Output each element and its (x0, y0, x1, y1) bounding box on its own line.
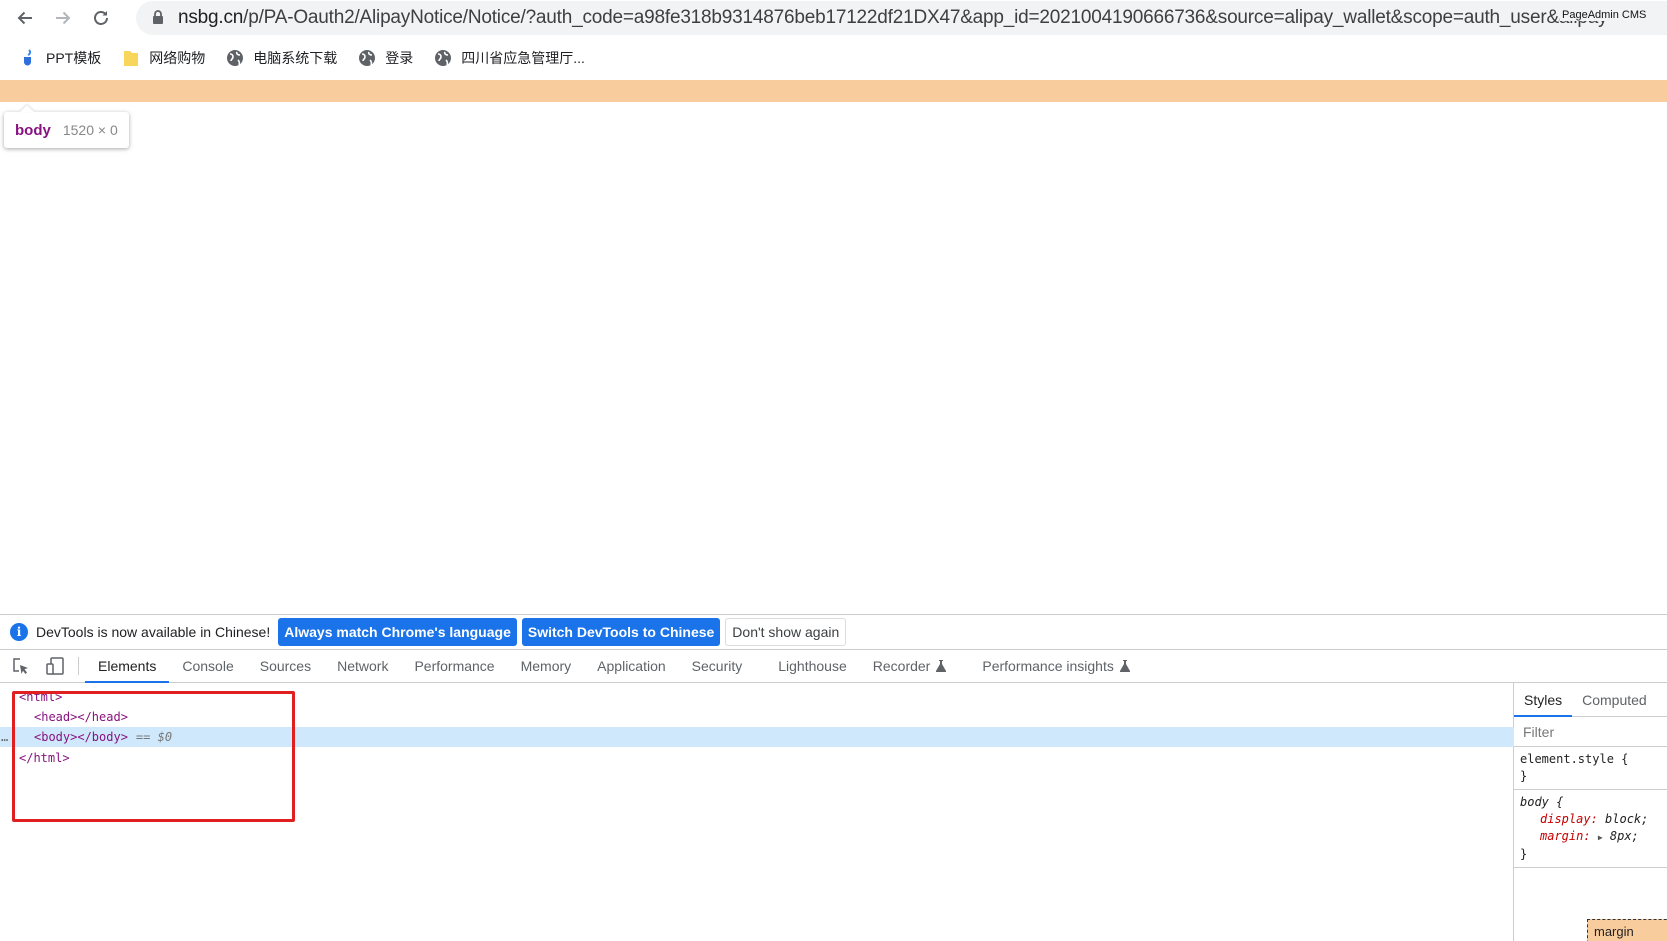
rule-element-style[interactable]: element.style { } (1514, 747, 1667, 790)
page-viewport[interactable]: body 1520 × 0 (0, 80, 1667, 614)
tab-network[interactable]: Network (324, 650, 401, 682)
device-toolbar-button[interactable] (38, 650, 72, 682)
tab-performance[interactable]: Performance (401, 650, 507, 682)
tooltip-size: 1520 × 0 (62, 122, 118, 138)
tag-text: <head></head> (34, 710, 128, 724)
reload-button[interactable] (87, 4, 115, 32)
bookmark-label: 登录 (385, 50, 414, 66)
tab-security[interactable]: Security (679, 650, 756, 682)
dom-node-html-close[interactable]: </html> (0, 748, 1514, 768)
tab-memory[interactable]: Memory (508, 650, 585, 682)
bookmark-login[interactable]: 登录 (357, 48, 413, 68)
inspect-element-button[interactable] (4, 650, 38, 682)
tab-separator (78, 657, 79, 675)
css-prop: display (1540, 812, 1591, 826)
box-model-margin: margin (1587, 919, 1667, 941)
css-declaration-display[interactable]: display: block; (1520, 811, 1661, 828)
folder-icon (121, 48, 141, 68)
devtools-tabbar: Elements Console Sources Network Perform… (0, 649, 1667, 683)
ppt-template-icon (18, 48, 38, 68)
bookmark-label: 四川省应急管理厅... (461, 50, 585, 66)
tab-sources[interactable]: Sources (247, 650, 324, 682)
expand-triangle-icon[interactable]: ▶ (1598, 833, 1603, 842)
tab-computed[interactable]: Computed (1572, 683, 1657, 716)
body-margin-highlight (0, 80, 1667, 102)
tag-text: <body></body> (34, 730, 128, 744)
globe-icon (225, 48, 245, 68)
bookmark-label: PPT模板 (46, 50, 102, 66)
arrow-left-icon (17, 11, 32, 25)
tooltip-tag: body (15, 121, 51, 139)
rule-close: } (1520, 847, 1528, 861)
bookmark-sichuan-emergency[interactable]: 四川省应急管理厅... (433, 48, 585, 68)
bookmarks-bar: PPT模板 网络购物 电脑系统下载 登录 四川省应急管理厅... (0, 40, 1667, 76)
address-bar[interactable]: nsbg.cn/p/PA-Oauth2/AlipayNotice/Notice/… (136, 1, 1667, 35)
dom-tree[interactable]: <html> <head></head> … <body></body> == … (0, 683, 1514, 941)
lock-icon (152, 10, 164, 30)
globe-icon (433, 48, 453, 68)
css-value: 8px; (1609, 829, 1639, 843)
language-infobar: i DevTools is now available in Chinese! … (0, 615, 1667, 649)
selected-node-marker: == $0 (135, 730, 173, 744)
tab-styles[interactable]: Styles (1514, 683, 1573, 717)
bookmark-label: 电脑系统下载 (253, 50, 338, 66)
dom-node-head[interactable]: <head></head> (0, 707, 1514, 727)
tab-application[interactable]: Application (584, 650, 679, 682)
tab-lighthouse[interactable]: Lighthouse (765, 650, 860, 682)
inspect-cursor-icon (13, 658, 28, 674)
infobar-message: DevTools is now available in Chinese! (36, 624, 271, 640)
styles-sidebar: Styles Computed Filter element.style { }… (1514, 683, 1667, 941)
experiment-flask-icon (1119, 660, 1130, 672)
globe-icon (357, 48, 377, 68)
bookmark-label: 网络购物 (149, 50, 206, 66)
match-language-button[interactable]: Always match Chrome's language (278, 618, 517, 646)
inspect-tooltip: body 1520 × 0 (4, 112, 129, 148)
tab-performance-insights[interactable]: Performance insights (969, 650, 1143, 682)
node-menu-dots[interactable]: … (1, 730, 8, 744)
styles-filter-input[interactable]: Filter (1514, 717, 1667, 747)
extension-label[interactable]: PageAdmin CMS (1560, 9, 1649, 21)
tab-recorder[interactable]: Recorder (860, 650, 960, 682)
dom-node-body[interactable]: … <body></body> == $0 (0, 727, 1514, 747)
dont-show-again-button[interactable]: Don't show again (725, 618, 847, 646)
tab-elements[interactable]: Elements (85, 650, 170, 683)
css-value: block; (1605, 812, 1649, 826)
tag-text: </html> (19, 751, 70, 765)
info-icon: i (10, 623, 28, 641)
arrow-right-icon (56, 11, 71, 25)
devtools-panel: i DevTools is now available in Chinese! … (0, 614, 1667, 941)
forward-button[interactable] (49, 4, 77, 32)
browser-toolbar: nsbg.cn/p/PA-Oauth2/AlipayNotice/Notice/… (0, 0, 1667, 36)
rule-selector: element.style { (1520, 752, 1629, 766)
css-declaration-margin[interactable]: margin: ▶ 8px; (1520, 828, 1661, 846)
bookmark-system-download[interactable]: 电脑系统下载 (225, 48, 337, 68)
back-button[interactable] (11, 4, 39, 32)
reload-icon (94, 11, 108, 25)
styles-tabbar: Styles Computed (1514, 683, 1667, 717)
url-text: nsbg.cn/p/PA-Oauth2/AlipayNotice/Notice/… (178, 7, 1608, 29)
rule-close: } (1520, 769, 1528, 783)
dom-node-html-open[interactable]: <html> (0, 687, 1514, 707)
device-icon (46, 657, 64, 675)
url-path: /p/PA-Oauth2/AlipayNotice/Notice/?auth_c… (243, 7, 1608, 28)
bookmark-ppt[interactable]: PPT模板 (18, 48, 101, 68)
tab-label: Recorder (872, 658, 931, 674)
tag-text: <html> (19, 690, 63, 704)
rule-selector: body { (1520, 795, 1564, 809)
bookmark-shopping[interactable]: 网络购物 (121, 48, 205, 68)
url-host: nsbg.cn (178, 7, 244, 28)
css-prop: margin (1540, 829, 1584, 843)
tab-label: Performance insights (982, 658, 1114, 674)
switch-to-chinese-button[interactable]: Switch DevTools to Chinese (521, 618, 721, 646)
rule-body[interactable]: body { display: block; margin: ▶ 8px; } (1514, 790, 1667, 868)
experiment-flask-icon (936, 660, 947, 672)
tab-console[interactable]: Console (169, 650, 246, 682)
